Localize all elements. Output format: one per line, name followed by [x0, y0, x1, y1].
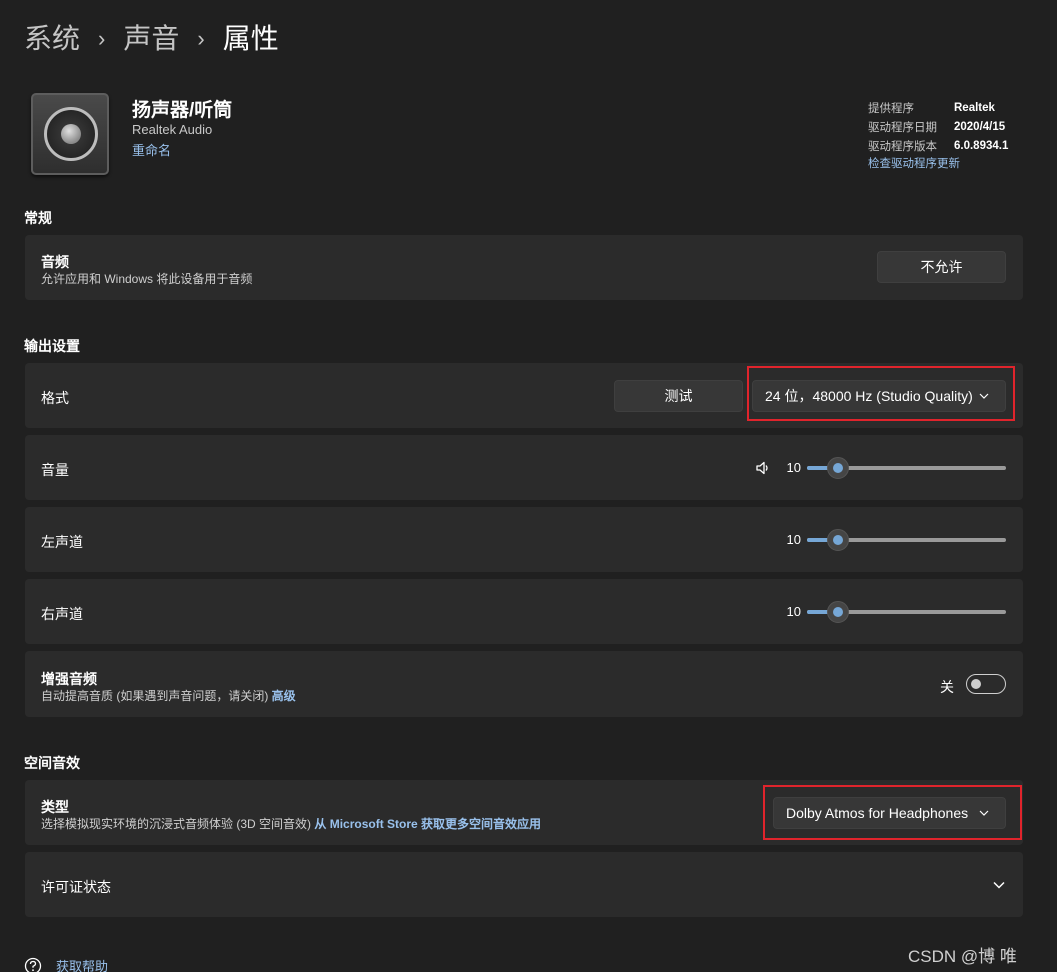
right-channel-value: 10 — [786, 604, 801, 619]
spatial-type-description-row: 选择模拟现实环境的沉浸式音频体验 (3D 空间音效) 从 Microsoft S… — [41, 815, 541, 832]
driver-value: 2020/4/15 — [954, 120, 1006, 133]
license-card[interactable]: 许可证状态 — [25, 852, 1023, 917]
driver-value: Realtek — [954, 101, 995, 114]
rename-link[interactable]: 重命名 — [132, 140, 171, 159]
watermark: CSDN @博 唯 — [908, 947, 1017, 966]
toggle-state-label: 关 — [940, 679, 954, 695]
section-title-spatial: 空间音效 — [24, 755, 80, 771]
right-channel-card: 右声道 10 — [25, 579, 1023, 644]
chevron-right-icon: › — [197, 26, 205, 51]
disallow-button[interactable]: 不允许 — [877, 251, 1006, 283]
enhance-audio-description: 自动提高音质 (如果遇到声音问题，请关闭) — [41, 689, 269, 703]
get-help[interactable]: 获取帮助 — [24, 956, 108, 972]
volume-value: 10 — [786, 460, 801, 475]
breadcrumb-sound[interactable]: 声音 — [123, 20, 179, 58]
driver-row-provider: 提供程序 Realtek — [868, 98, 1008, 117]
enhance-audio-description-row: 自动提高音质 (如果遇到声音问题，请关闭) 高级 — [41, 687, 296, 704]
volume-card: 音量 10 — [25, 435, 1023, 500]
audio-title: 音频 — [41, 254, 69, 270]
device-subtitle: Realtek Audio — [132, 122, 213, 137]
advanced-link[interactable]: 高级 — [272, 689, 296, 703]
breadcrumb: 系统 › 声音 › 属性 — [24, 20, 279, 58]
left-channel-label: 左声道 — [41, 534, 83, 550]
chevron-right-icon: › — [98, 26, 106, 51]
volume-icon[interactable] — [755, 460, 771, 476]
left-channel-slider-thumb[interactable] — [827, 529, 849, 551]
volume-slider-thumb[interactable] — [827, 457, 849, 479]
right-channel-slider[interactable] — [807, 601, 1006, 623]
get-help-link[interactable]: 获取帮助 — [56, 956, 108, 972]
driver-row-date: 驱动程序日期 2020/4/15 — [868, 117, 1008, 136]
breadcrumb-system[interactable]: 系统 — [24, 20, 80, 58]
left-channel-card: 左声道 10 — [25, 507, 1023, 572]
toggle-knob — [971, 679, 981, 689]
left-channel-value: 10 — [786, 532, 801, 547]
driver-value: 6.0.8934.1 — [954, 139, 1009, 152]
spatial-type-description: 选择模拟现实环境的沉浸式音频体验 (3D 空间音效) — [41, 817, 312, 831]
highlight-box — [747, 366, 1015, 421]
help-icon — [24, 957, 42, 972]
driver-label: 提供程序 — [868, 102, 914, 115]
highlight-box — [763, 785, 1022, 840]
section-title-output: 输出设置 — [24, 338, 80, 354]
spatial-type-title: 类型 — [41, 799, 69, 815]
section-title-general: 常规 — [24, 210, 52, 226]
enhance-audio-toggle[interactable] — [966, 674, 1006, 694]
driver-label: 驱动程序日期 — [868, 121, 937, 134]
right-channel-slider-thumb[interactable] — [827, 601, 849, 623]
audio-card: 音频 允许应用和 Windows 将此设备用于音频 不允许 — [25, 235, 1023, 300]
driver-label: 驱动程序版本 — [868, 140, 937, 153]
enhance-audio-card: 增强音频 自动提高音质 (如果遇到声音问题，请关闭) 高级 关 — [25, 651, 1023, 717]
volume-label: 音量 — [41, 462, 69, 478]
chevron-down-icon[interactable] — [991, 877, 1007, 893]
license-title: 许可证状态 — [41, 879, 111, 895]
driver-row-version: 驱动程序版本 6.0.8934.1 — [868, 136, 1008, 155]
right-channel-label: 右声道 — [41, 606, 83, 622]
left-channel-slider[interactable] — [807, 529, 1006, 551]
spatial-type-card: 类型 选择模拟现实环境的沉浸式音频体验 (3D 空间音效) 从 Microsof… — [25, 780, 1023, 845]
device-name: 扬声器/听筒 — [132, 100, 233, 121]
check-driver-update-link[interactable]: 检查驱动程序更新 — [868, 155, 1008, 174]
page-title: 属性 — [222, 23, 279, 54]
format-label: 格式 — [41, 390, 69, 406]
microsoft-store-link[interactable]: 从 Microsoft Store 获取更多空间音效应用 — [314, 817, 541, 831]
driver-info: 提供程序 Realtek 驱动程序日期 2020/4/15 驱动程序版本 6.0… — [868, 98, 1008, 174]
enhance-audio-title: 增强音频 — [41, 671, 97, 687]
test-button[interactable]: 测试 — [614, 380, 743, 412]
format-card: 格式 测试 24 位，48000 Hz (Studio Quality) — [25, 363, 1023, 428]
volume-slider[interactable] — [807, 457, 1006, 479]
audio-description: 允许应用和 Windows 将此设备用于音频 — [41, 272, 253, 286]
speaker-icon — [31, 93, 109, 175]
